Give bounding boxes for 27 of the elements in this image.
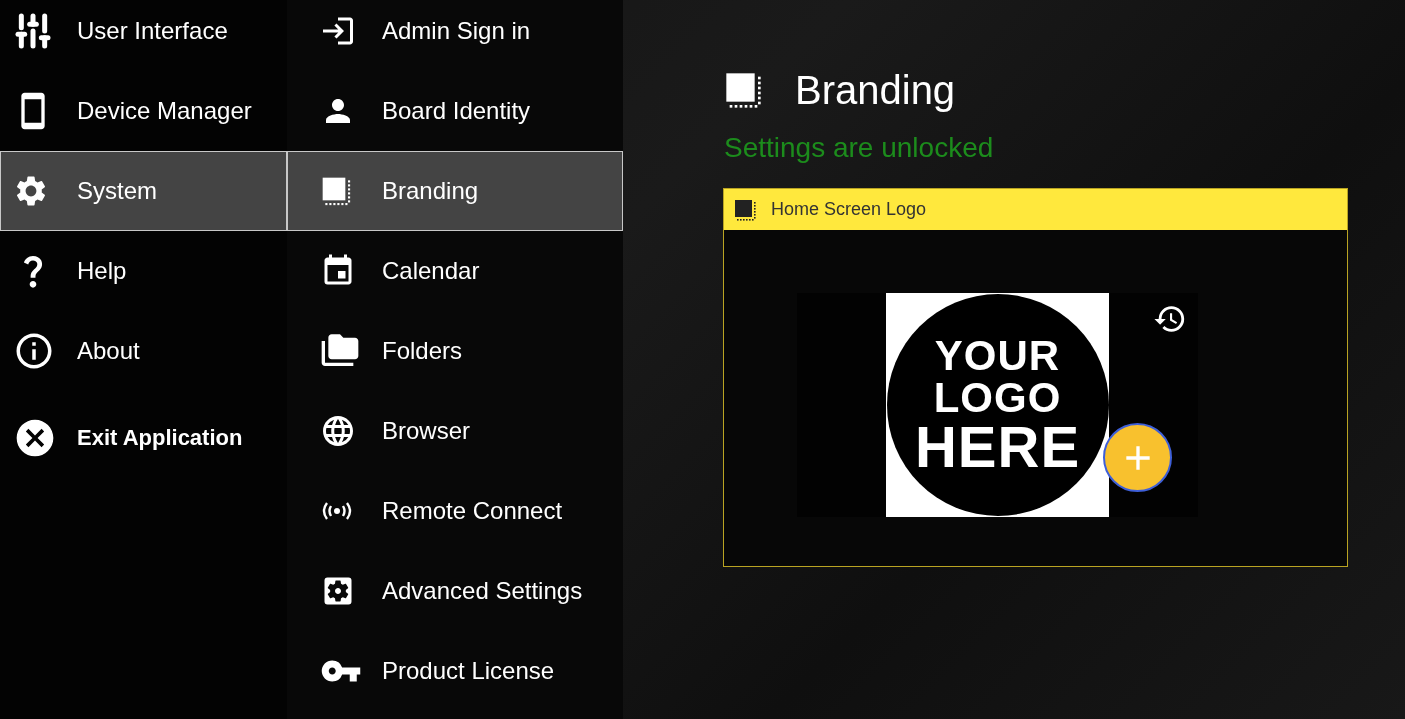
broadcast-icon (320, 501, 354, 521)
menu-item[interactable]: About (0, 311, 287, 391)
sliders-icon (13, 11, 53, 51)
menu-item[interactable]: Help (0, 231, 287, 311)
panel-title: Home Screen Logo (771, 199, 927, 220)
menu-item[interactable]: Advanced Settings (287, 551, 623, 631)
menu-item[interactable]: Calendar (287, 231, 623, 311)
menu-item[interactable]: Exit Application (0, 398, 287, 478)
menu-item[interactable]: Remote Connect (287, 471, 623, 551)
branding-icon (320, 175, 352, 207)
menu-item[interactable]: Device Manager (0, 71, 287, 151)
status-text: Settings are unlocked (724, 132, 995, 164)
menu-item[interactable]: Admin Sign in (287, 0, 623, 71)
branding-icon (733, 197, 757, 222)
branding-icon (723, 70, 763, 110)
logo-text: YOUR (934, 335, 1061, 377)
menu-item[interactable]: Folders (287, 311, 623, 391)
menu-item[interactable]: System (0, 151, 287, 231)
menu-item[interactable]: Browser (287, 391, 623, 471)
menu-item[interactable]: Product License (287, 631, 623, 711)
menu-item[interactable]: Board Identity (287, 71, 623, 151)
menu-item[interactable]: User Interface (0, 0, 287, 71)
menu-item[interactable]: Branding (287, 151, 623, 231)
page-title: Branding (795, 67, 956, 113)
logo-text: LOGO (933, 377, 1062, 419)
logo-text: HERE (914, 419, 1081, 475)
globe-icon (320, 413, 356, 449)
